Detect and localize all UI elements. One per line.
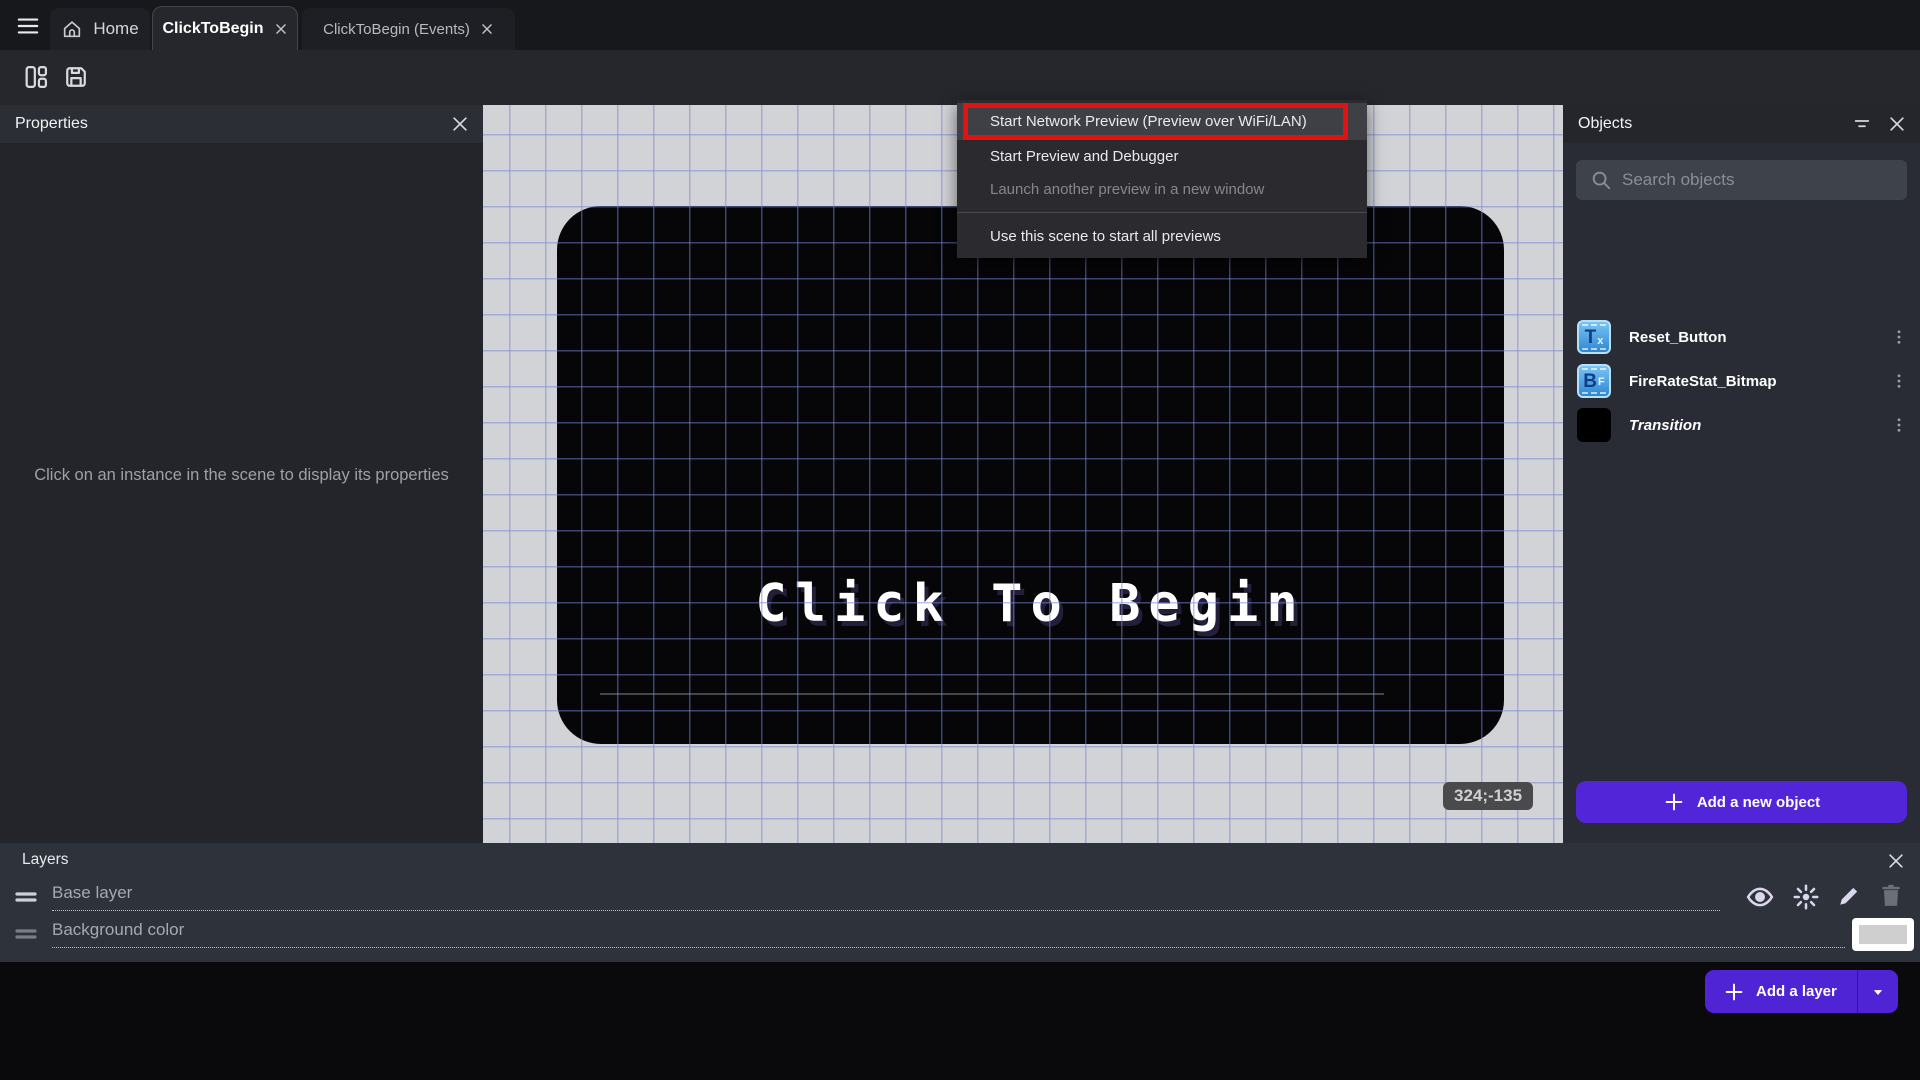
gdevelop-window: Home ClickToBegin ClickToBegin (Events): [0, 0, 1920, 1080]
object-name: Transition: [1629, 416, 1702, 434]
object-row-transition[interactable]: Transition: [1563, 403, 1920, 447]
objects-search-box: [1576, 160, 1907, 200]
chevron-down-icon: [1873, 989, 1882, 995]
tab-bar: Home ClickToBegin ClickToBegin (Events): [0, 0, 1920, 50]
game-screen-text: Click To Begin: [755, 574, 1306, 634]
menu-item-launch-another-preview: Launch another preview in a new window: [990, 181, 1265, 198]
properties-close-icon[interactable]: [450, 114, 470, 134]
plus-icon: [1665, 793, 1683, 811]
layers-close-icon[interactable]: [1886, 851, 1906, 871]
objects-search-input[interactable]: [1622, 170, 1907, 190]
bottom-strip: Add a layer: [0, 962, 1920, 1080]
background-color-swatch[interactable]: [1852, 918, 1914, 951]
tab-events-label: ClickToBegin (Events): [323, 20, 470, 38]
drag-handle-icon[interactable]: [14, 927, 38, 941]
tab-scene-close-icon[interactable]: [274, 22, 288, 36]
object-icon-subletter: x: [1597, 334, 1604, 347]
layer-row-background-color: Background color: [0, 917, 1920, 953]
object-name: Reset_Button: [1629, 328, 1727, 346]
tab-scene-events[interactable]: ClickToBegin (Events): [302, 8, 515, 50]
project-manager-icon[interactable]: [22, 63, 50, 91]
properties-empty-message: Click on an instance in the scene to dis…: [34, 466, 449, 484]
game-screen-instance[interactable]: Click To Begin: [557, 206, 1504, 744]
add-layer-label: Add a layer: [1756, 983, 1837, 1000]
edit-layer-icon[interactable]: [1835, 882, 1865, 912]
properties-title: Properties: [15, 115, 88, 132]
tab-events-close-icon[interactable]: [480, 22, 494, 36]
delete-layer-icon[interactable]: [1877, 882, 1907, 912]
add-new-object-label: Add a new object: [1696, 793, 1821, 811]
add-layer-dropdown-button[interactable]: [1858, 970, 1898, 1013]
preview-options-menu: Start Network Preview (Preview over WiFi…: [957, 100, 1367, 258]
properties-header: Properties: [0, 105, 483, 143]
instance-outline: [600, 693, 1384, 695]
text-object-icon: Tx: [1577, 320, 1611, 354]
layer-name-field[interactable]: Background color: [52, 920, 1845, 948]
object-icon-subletter: F: [1598, 375, 1605, 388]
toolbar: Preview Publish: [0, 50, 1920, 146]
object-row-reset-button[interactable]: Tx Reset_Button: [1563, 315, 1920, 359]
save-icon[interactable]: [62, 63, 90, 91]
tab-home-label: Home: [93, 19, 139, 38]
object-icon-letter: T: [1584, 326, 1597, 348]
layers-panel: Layers Base layer Background color: [0, 843, 1920, 962]
menu-separator: [957, 212, 1367, 213]
layers-title: Layers: [22, 851, 69, 868]
tab-scene-label: ClickToBegin: [162, 19, 264, 37]
add-layer-button[interactable]: Add a layer: [1705, 970, 1898, 1013]
plus-icon: [1725, 983, 1743, 1000]
menu-item-start-preview-debugger[interactable]: Start Preview and Debugger: [957, 140, 1367, 173]
layer-effects-icon[interactable]: [1791, 882, 1821, 912]
drag-handle-icon[interactable]: [14, 890, 38, 904]
menu-item-start-network-preview[interactable]: Start Network Preview (Preview over WiFi…: [957, 103, 1367, 140]
objects-title: Objects: [1578, 115, 1633, 132]
cursor-coordinates-badge: 324;-135: [1443, 782, 1534, 810]
add-new-object-button[interactable]: Add a new object: [1576, 781, 1907, 823]
object-icon-letter: B: [1583, 370, 1597, 392]
home-icon: [61, 18, 83, 40]
object-row-fireratestat-bitmap[interactable]: BF FireRateStat_Bitmap: [1563, 359, 1920, 403]
object-menu-icon[interactable]: [1890, 370, 1908, 392]
object-name: FireRateStat_Bitmap: [1629, 372, 1777, 390]
sprite-object-icon: [1577, 408, 1611, 442]
menu-item-use-scene-start-previews[interactable]: Use this scene to start all previews: [957, 220, 1367, 253]
tab-home[interactable]: Home: [50, 8, 150, 50]
objects-panel: Objects Tx Reset_Button BF F: [1563, 105, 1920, 843]
object-menu-icon[interactable]: [1890, 326, 1908, 348]
properties-panel: Properties Click on an instance in the s…: [0, 105, 483, 843]
layer-row-base-layer: Base layer: [0, 880, 1920, 916]
search-icon: [1592, 171, 1611, 190]
tab-scene-clicktobegin[interactable]: ClickToBegin: [152, 6, 298, 50]
visibility-eye-icon[interactable]: [1745, 882, 1775, 912]
objects-close-icon[interactable]: [1887, 114, 1907, 134]
objects-header: Objects: [1563, 105, 1920, 143]
layer-name-field[interactable]: Base layer: [52, 883, 1720, 911]
bitmap-font-object-icon: BF: [1577, 364, 1611, 398]
background-color-value: [1859, 925, 1907, 944]
main-menu-icon[interactable]: [14, 15, 42, 37]
filter-icon[interactable]: [1852, 115, 1872, 133]
object-menu-icon[interactable]: [1890, 414, 1908, 436]
